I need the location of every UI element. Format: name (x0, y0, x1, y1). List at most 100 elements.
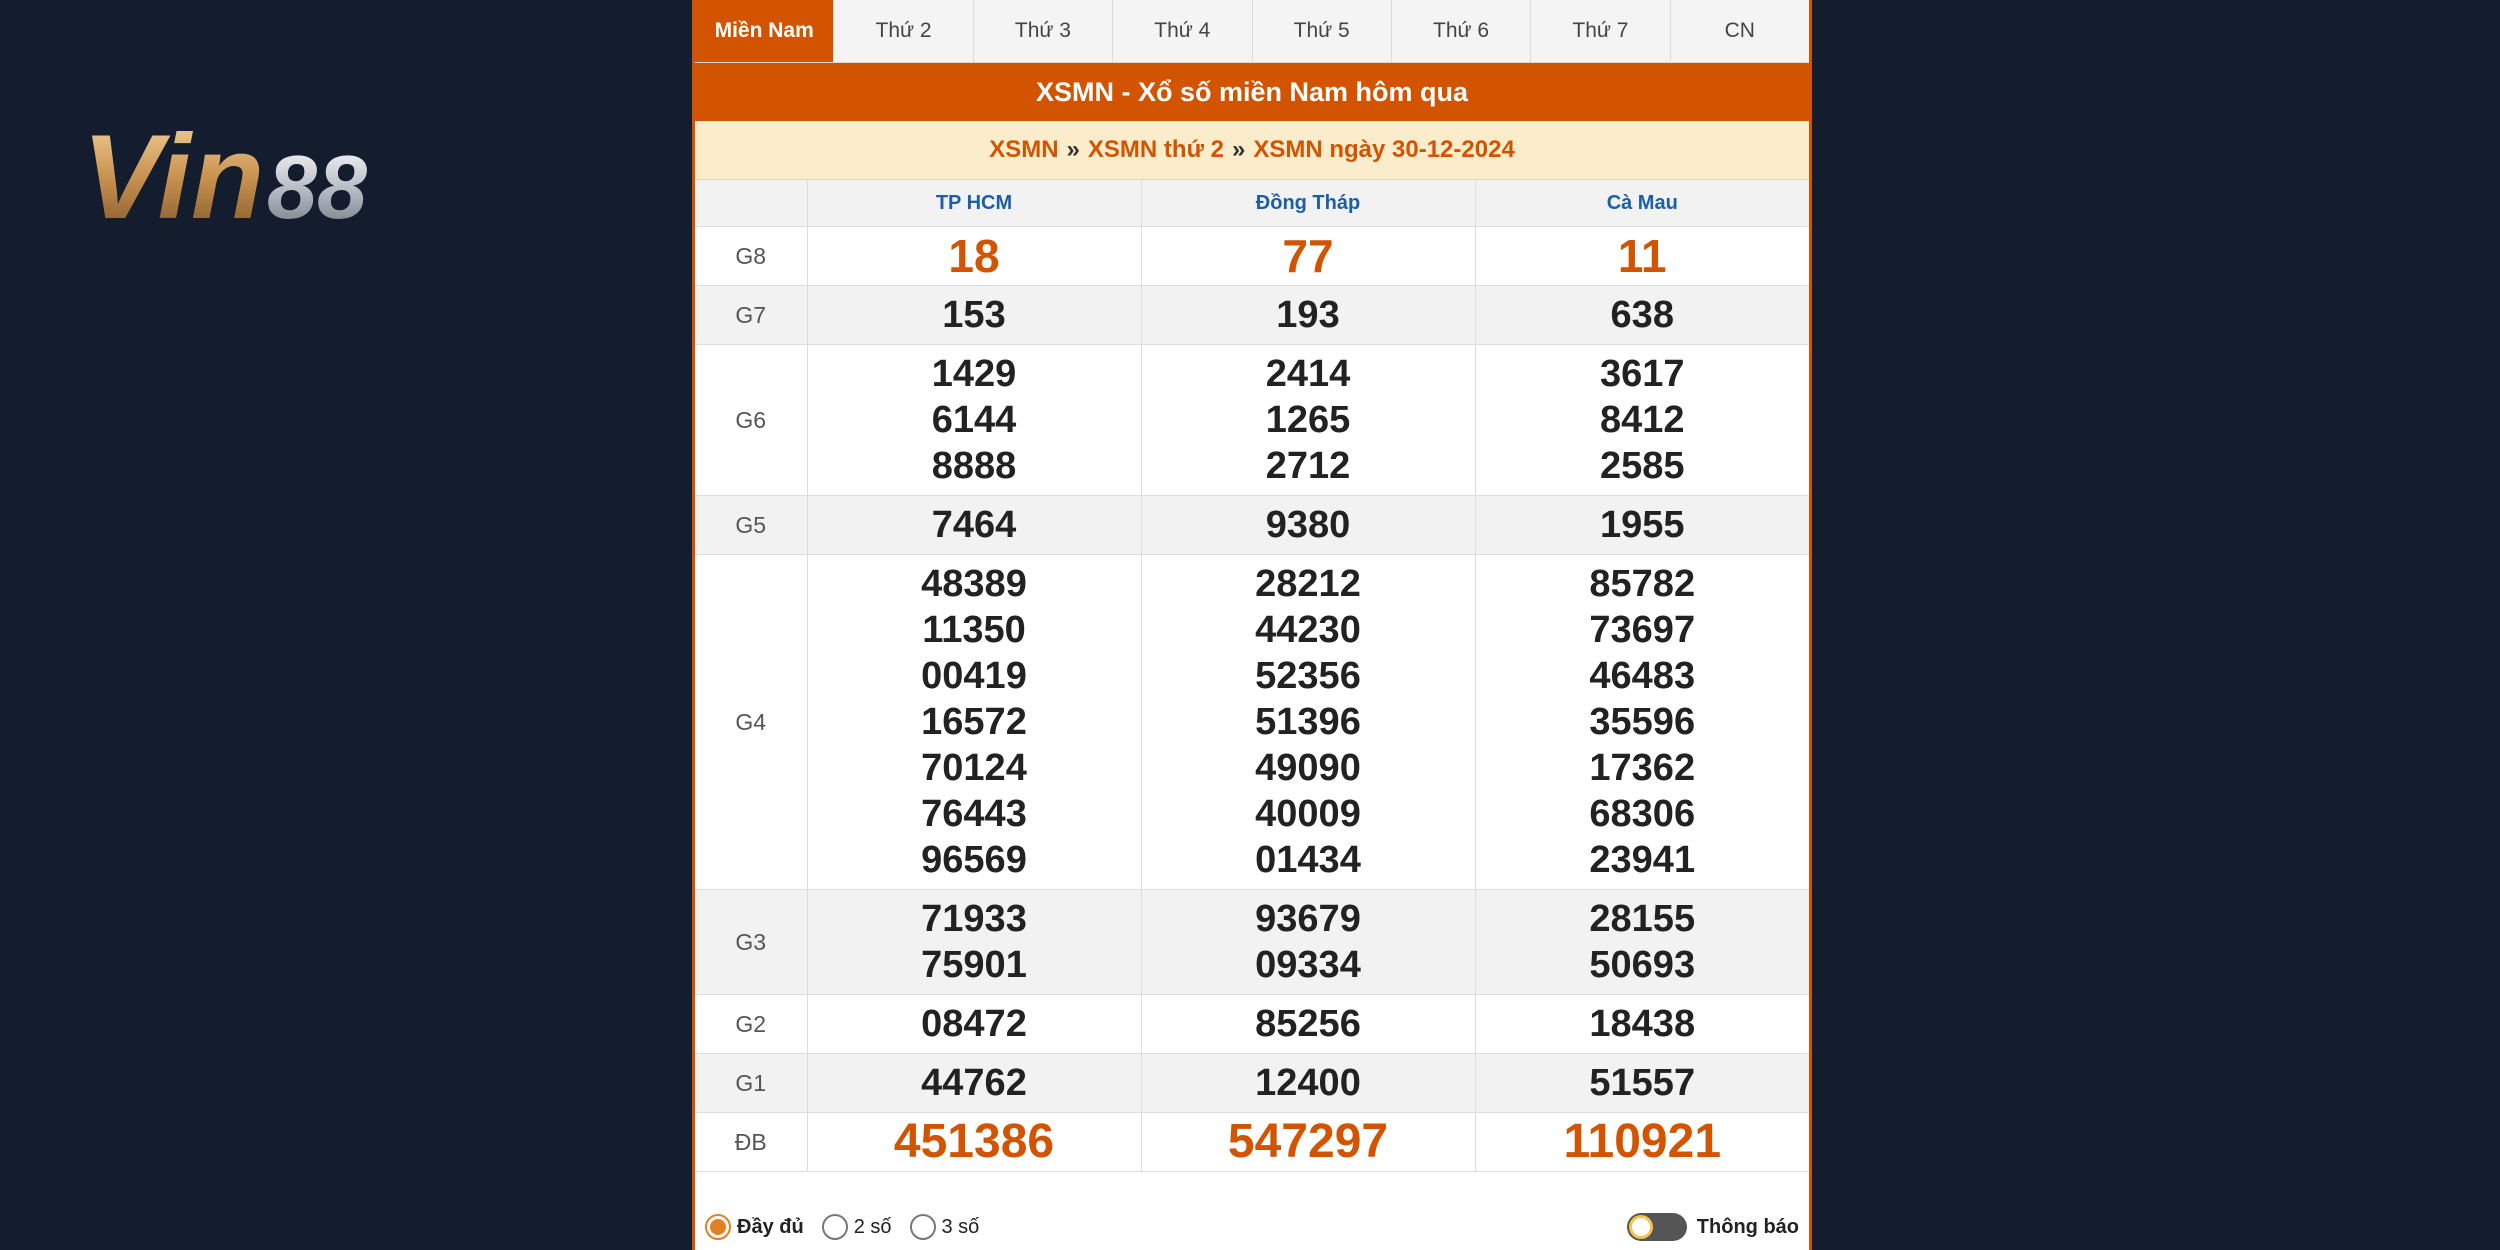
prize-number: 35596 (1589, 701, 1696, 743)
prize-number: 40009 (1255, 793, 1361, 835)
prize-number: 6144 (931, 399, 1017, 441)
prize-number: 1429 (931, 353, 1017, 395)
table-row: G4 48389 11350 00419 16572 70124 76443 96569 282… (695, 554, 1809, 890)
prize-number: 12400 (1255, 1062, 1361, 1104)
vin88-logo-graphic: Vin 88 (82, 118, 367, 238)
prize-cell: 110921 (1474, 1112, 1809, 1172)
prize-number: 18438 (1589, 1003, 1696, 1045)
prize-number: 451386 (893, 1115, 1055, 1168)
prize-cell: 11 (1474, 226, 1809, 286)
prize-cell: 547297 (1140, 1112, 1475, 1172)
breadcrumb-separator: » (1231, 136, 1246, 163)
prize-cell: 1429 6144 8888 (806, 344, 1141, 496)
radio-full[interactable]: Đầy đủ (705, 1214, 804, 1240)
prize-cell: 71933 75901 (806, 889, 1141, 995)
prize-cell: 451386 (806, 1112, 1141, 1172)
day-tabs: Miền Nam Thứ 2 Thứ 3 Thứ 4 Thứ 5 Thứ 6 T… (695, 0, 1809, 63)
tab-thu-4[interactable]: Thứ 4 (1113, 0, 1253, 62)
prize-number: 70124 (921, 747, 1027, 789)
breadcrumb-link-xsmn[interactable]: XSMN (989, 136, 1058, 164)
prize-cell: 77 (1140, 226, 1475, 286)
prize-cell: 2414 1265 2712 (1140, 344, 1475, 496)
prize-number: 11 (1617, 230, 1667, 282)
toggle-switch[interactable] (1626, 1213, 1687, 1241)
prize-number: 96569 (921, 839, 1027, 881)
prize-cell: 51557 (1474, 1053, 1809, 1113)
radio-2-digits[interactable]: 2 số (821, 1214, 892, 1240)
prize-number: 76443 (921, 793, 1027, 835)
prize-number: 44762 (921, 1062, 1027, 1104)
prize-number: 17362 (1589, 747, 1696, 789)
prize-number: 85256 (1255, 1003, 1361, 1045)
prize-cell: 48389 11350 00419 16572 70124 76443 96569 (806, 554, 1141, 890)
prize-number: 2712 (1265, 445, 1351, 487)
results-body: G8 18 77 11 G7 153 193 638 G6 1429 6144 8888 2414 126… (695, 226, 1809, 1172)
breadcrumb-link-xsmn-date[interactable]: XSMN ngày 30-12-2024 (1253, 136, 1514, 164)
header-province[interactable]: Đồng Tháp (1140, 180, 1475, 227)
prize-cell: 18 (806, 226, 1141, 286)
prize-cell: 08472 (806, 994, 1141, 1054)
table-row: G1 44762 12400 51557 (695, 1053, 1809, 1113)
prize-number: 51557 (1589, 1062, 1696, 1104)
tab-cn[interactable]: CN (1670, 0, 1809, 62)
prize-number: 00419 (921, 655, 1027, 697)
prize-number: 547297 (1227, 1115, 1389, 1168)
prize-number: 638 (1610, 294, 1674, 336)
prize-number: 71933 (921, 898, 1027, 940)
prize-number: 73697 (1589, 609, 1696, 651)
table-header-row: TP HCM Đồng Tháp Cà Mau (695, 180, 1809, 227)
display-options-bar: Đầy đủ 2 số 3 số Thông báo (695, 1204, 1809, 1250)
tab-thu-3[interactable]: Thứ 3 (973, 0, 1114, 62)
prize-number: 23941 (1589, 839, 1696, 881)
prize-number: 9380 (1265, 504, 1351, 546)
prize-number: 2414 (1265, 353, 1351, 395)
notification-toggle[interactable]: Thông báo (1626, 1213, 1799, 1241)
prize-number: 49090 (1255, 747, 1361, 789)
prize-number: 68306 (1589, 793, 1696, 835)
prize-number: 18 (948, 230, 1000, 282)
prize-label: G7 (695, 285, 807, 345)
prize-label: G6 (695, 344, 807, 496)
radio-indicator (705, 1214, 731, 1240)
header-province[interactable]: TP HCM (806, 180, 1141, 227)
breadcrumb-link-xsmn-thu-2[interactable]: XSMN thứ 2 (1088, 136, 1224, 164)
radio-3-digits[interactable]: 3 số (909, 1214, 980, 1240)
toggle-label: Thông báo (1696, 1215, 1799, 1238)
prize-number: 09334 (1255, 944, 1361, 986)
prize-cell: 44762 (806, 1053, 1141, 1113)
lottery-panel: Miền Nam Thứ 2 Thứ 3 Thứ 4 Thứ 5 Thứ 6 T… (692, 0, 1812, 1250)
prize-number: 01434 (1255, 839, 1361, 881)
tab-thu-2[interactable]: Thứ 2 (834, 0, 974, 62)
prize-number: 2585 (1599, 445, 1685, 487)
prize-number: 77 (1282, 230, 1334, 282)
prize-number: 51396 (1255, 701, 1361, 743)
prize-cell: 9380 (1140, 495, 1475, 555)
prize-cell: 153 (806, 285, 1141, 345)
tab-thu-7[interactable]: Thứ 7 (1531, 0, 1671, 62)
prize-number: 110921 (1563, 1115, 1722, 1168)
vin88-logo: Vin 88 (82, 118, 452, 238)
radio-label: 3 số (941, 1215, 980, 1238)
table-row: G3 71933 75901 93679 09334 28155 50693 (695, 889, 1809, 995)
prize-number: 75901 (921, 944, 1027, 986)
prize-number: 3617 (1599, 353, 1685, 395)
prize-number: 8888 (931, 445, 1017, 487)
table-row: G7 153 193 638 (695, 285, 1809, 345)
prize-label: G4 (695, 554, 807, 890)
header-province[interactable]: Cà Mau (1474, 180, 1809, 227)
breadcrumb: XSMN » XSMN thứ 2 » XSMN ngày 30-12-2024 (695, 121, 1809, 180)
tab-thu-5[interactable]: Thứ 5 (1252, 0, 1392, 62)
table-row: G6 1429 6144 8888 2414 1265 2712 3617 8412 2585 (695, 344, 1809, 496)
prize-number: 153 (942, 294, 1006, 336)
radio-label: 2 số (853, 1215, 892, 1238)
prize-cell: 85256 (1140, 994, 1475, 1054)
prize-cell: 18438 (1474, 994, 1809, 1054)
table-row: G8 18 77 11 (695, 226, 1809, 286)
tab-thu-6[interactable]: Thứ 6 (1391, 0, 1532, 62)
tab-mien-nam[interactable]: Miền Nam (695, 0, 835, 62)
prize-cell: 28212 44230 52356 51396 49090 40009 01434 (1140, 554, 1475, 890)
prize-cell: 638 (1474, 285, 1809, 345)
logo-text-vin: Vin (82, 118, 264, 238)
prize-number: 1955 (1599, 504, 1685, 546)
table-row: ĐB 451386 547297 110921 (695, 1112, 1809, 1172)
